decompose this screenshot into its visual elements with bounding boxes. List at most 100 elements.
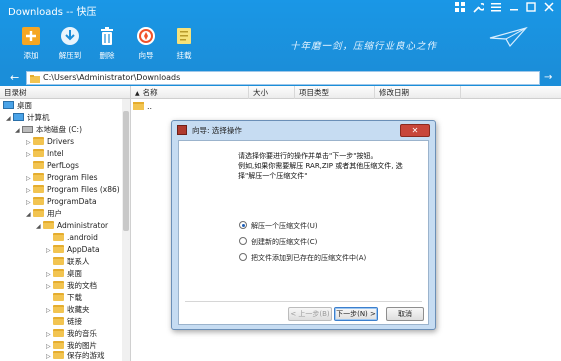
wizard-button[interactable]: 向导: [126, 22, 166, 66]
tree-item-appdata[interactable]: ▷ AppData: [46, 244, 100, 256]
mount-label: 挂载: [176, 51, 192, 60]
folder-icon: [53, 329, 64, 337]
menu-icon[interactable]: [488, 2, 504, 18]
tree-item-administrator[interactable]: ◢ Administrator: [36, 220, 108, 232]
list-item[interactable]: ..: [133, 101, 152, 113]
folder-icon: [53, 245, 64, 253]
tree-item-android[interactable]: .android: [46, 232, 98, 244]
folder-icon: [53, 293, 64, 301]
tree-item-drivers[interactable]: ▷ Drivers: [26, 136, 74, 148]
column-type[interactable]: 项目类型: [295, 86, 375, 99]
path-input[interactable]: C:\Users\Administrator\Downloads: [26, 71, 540, 85]
app-header: Downloads -- 快压 添加 解压到 删除 向导 挂载 十年磨一剑，压缩…: [0, 0, 561, 70]
wrench-icon[interactable]: [470, 2, 486, 18]
mount-icon: [177, 28, 191, 44]
slogan: 十年磨一剑，压缩行业良心之作: [290, 41, 438, 52]
list-header: ▲ 名称 大小 项目类型 修改日期: [131, 86, 561, 99]
tree-item-contacts[interactable]: 联系人: [46, 256, 90, 268]
folder-icon: [53, 305, 64, 313]
tree-item-program-files[interactable]: ▷ Program Files: [26, 172, 98, 184]
folder-icon: [33, 161, 44, 169]
column-modified[interactable]: 修改日期: [375, 86, 461, 99]
add-label: 添加: [23, 51, 39, 60]
app-icon: [177, 125, 187, 135]
folder-icon: [33, 149, 44, 157]
expand-icon[interactable]: ▷: [46, 351, 53, 361]
folder-icon: [33, 185, 44, 193]
extract-label: 解压到: [58, 51, 82, 60]
tree-scrollbar-thumb[interactable]: [123, 111, 129, 231]
tree-item-downloads[interactable]: 下载: [46, 292, 82, 304]
folder-icon: [53, 341, 64, 349]
option-add-to-existing[interactable]: 把文件添加到已存在的压缩文件中(A): [239, 253, 366, 263]
folder-icon: [53, 233, 64, 241]
column-name[interactable]: ▲ 名称: [131, 86, 249, 99]
wizard-label: 向导: [138, 51, 154, 60]
maximize-icon[interactable]: [523, 2, 539, 18]
folder-icon: [43, 221, 54, 229]
paper-plane-icon: [489, 26, 528, 48]
option-extract[interactable]: 解压一个压缩文件(U): [239, 221, 318, 231]
directory-tree: 目录树 桌面 ◢ 计算机 ◢ 本地磁盘 (C:) ▷ Drivers ▷ Intel P…: [0, 86, 131, 361]
folder-icon: [33, 137, 44, 145]
tree-item-desktop-folder[interactable]: ▷ 桌面: [46, 268, 82, 280]
close-icon[interactable]: [541, 2, 557, 18]
minimize-icon[interactable]: [506, 2, 522, 18]
dialog-close-button[interactable]: ✕: [400, 124, 430, 137]
expand-icon[interactable]: ◢: [6, 113, 13, 125]
tree-item-programdata[interactable]: ▷ ProgramData: [26, 196, 97, 208]
back-button[interactable]: < 上一步(B): [288, 307, 332, 321]
option-create[interactable]: 创建新的压缩文件(C): [239, 237, 317, 247]
tree-item-local-disk[interactable]: ◢ 本地磁盘 (C:): [15, 124, 82, 136]
tree-item-desktop[interactable]: 桌面: [3, 100, 32, 112]
disk-icon: [22, 126, 33, 133]
expand-icon[interactable]: ◢: [15, 125, 22, 137]
trash-icon: [101, 27, 113, 45]
folder-icon: [53, 257, 64, 265]
extract-icon: [61, 27, 79, 45]
tree-scrollbar[interactable]: [122, 99, 130, 361]
dialog-titlebar[interactable]: 向导: 选择操作 ✕: [172, 121, 435, 139]
grid-icon[interactable]: [452, 2, 468, 18]
address-bar: ← C:\Users\Administrator\Downloads →: [0, 70, 561, 86]
radio-selected[interactable]: [239, 221, 247, 229]
tree-item-my-documents[interactable]: ▷ 我的文档: [46, 280, 97, 292]
path-text: C:\Users\Administrator\Downloads: [43, 73, 181, 82]
add-button[interactable]: 添加: [11, 22, 51, 66]
folder-icon: [33, 197, 44, 205]
radio[interactable]: [239, 237, 247, 245]
expand-icon[interactable]: ◢: [36, 221, 43, 233]
mount-button[interactable]: 挂载: [164, 22, 204, 66]
tree-item-saved-games[interactable]: ▷ 保存的游戏: [46, 350, 105, 361]
add-icon: [22, 27, 40, 45]
tree-item-perflogs[interactable]: PerfLogs: [26, 160, 79, 172]
column-size[interactable]: 大小: [249, 86, 295, 99]
folder-icon: [30, 75, 40, 85]
sort-up-icon: ▲: [135, 90, 140, 97]
tree-item-program-files-x86[interactable]: ▷ Program Files (x86): [26, 184, 120, 196]
expand-icon[interactable]: ◢: [26, 209, 33, 221]
tree-item-my-music[interactable]: ▷ 我的音乐: [46, 328, 97, 340]
folder-icon: [133, 102, 144, 110]
next-button[interactable]: 下一步(N) >: [334, 307, 378, 321]
tree-item-users[interactable]: ◢ 用户: [26, 208, 62, 220]
extract-button[interactable]: 解压到: [50, 22, 90, 66]
tree-item-intel[interactable]: ▷ Intel: [26, 148, 64, 160]
wizard-dialog: 向导: 选择操作 ✕ 请选择你要进行的操作并单击"下一步"按钮。 例如,如果你需…: [171, 120, 436, 330]
tree-item-favorites[interactable]: ▷ 收藏夹: [46, 304, 90, 316]
tree-item-links[interactable]: 链接: [46, 316, 82, 328]
cancel-button[interactable]: 取消: [386, 307, 424, 321]
folder-icon: [53, 351, 64, 359]
radio[interactable]: [239, 253, 247, 261]
desktop-icon: [3, 101, 14, 109]
back-arrow-icon[interactable]: ←: [10, 70, 19, 86]
go-arrow-icon[interactable]: →: [544, 71, 552, 85]
folder-icon: [53, 281, 64, 289]
dialog-title: 向导: 选择操作: [192, 126, 242, 135]
tree-item-computer[interactable]: ◢ 计算机: [6, 112, 50, 124]
tree-header: 目录树: [0, 86, 130, 99]
compass-icon: [137, 27, 155, 45]
delete-button[interactable]: 删除: [87, 22, 127, 66]
folder-icon: [53, 269, 64, 277]
dialog-body: 请选择你要进行的操作并单击"下一步"按钮。 例如,如果你需要解压 RAR,ZIP…: [178, 140, 429, 325]
